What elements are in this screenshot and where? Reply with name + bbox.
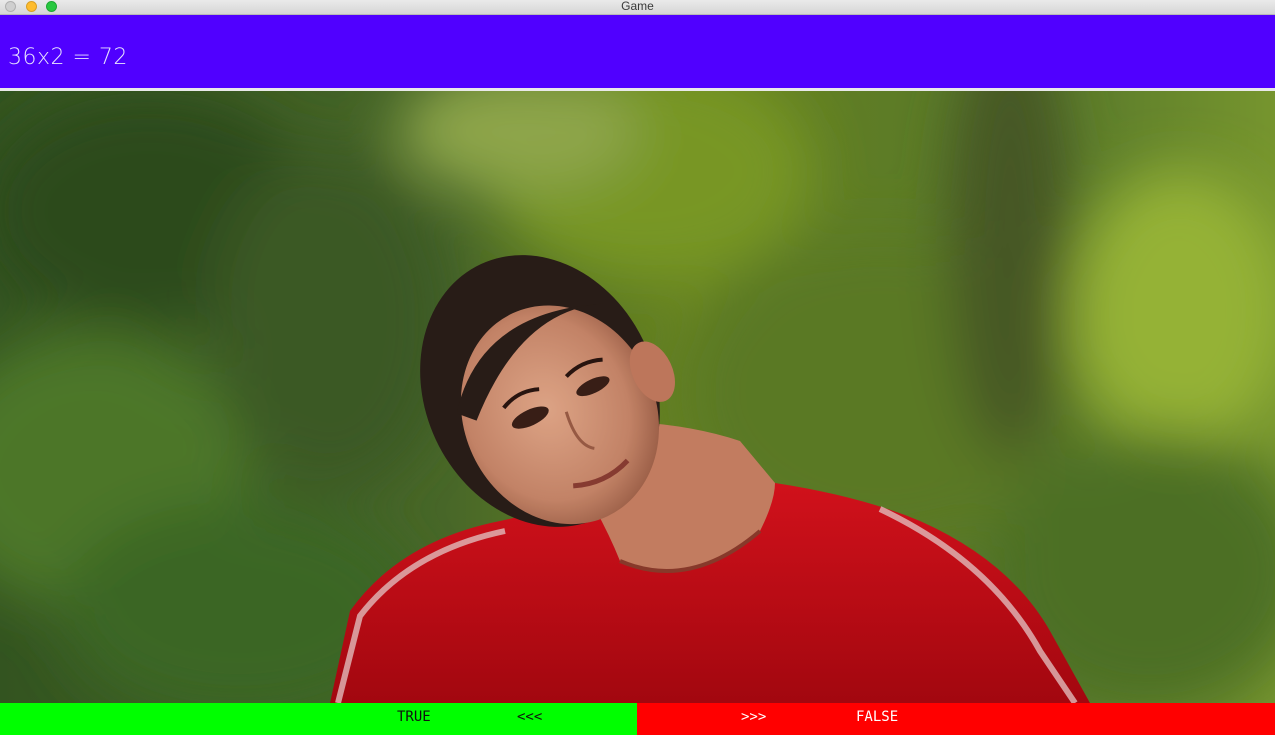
right-arrow-indicator: >>> xyxy=(741,709,767,725)
equation-header: 36x2 = 72 xyxy=(0,15,1275,88)
equation-text: 36x2 = 72 xyxy=(8,45,128,70)
true-answer-button[interactable]: TRUE <<< xyxy=(0,703,637,735)
camera-image xyxy=(0,91,1275,703)
title-bar: Game xyxy=(0,0,1275,15)
window-title: Game xyxy=(621,0,654,13)
true-label: TRUE xyxy=(397,709,431,725)
false-answer-button[interactable]: >>> FALSE xyxy=(637,703,1275,735)
left-arrow-indicator: <<< xyxy=(517,709,543,725)
camera-feed xyxy=(0,91,1275,703)
false-label: FALSE xyxy=(856,709,899,725)
